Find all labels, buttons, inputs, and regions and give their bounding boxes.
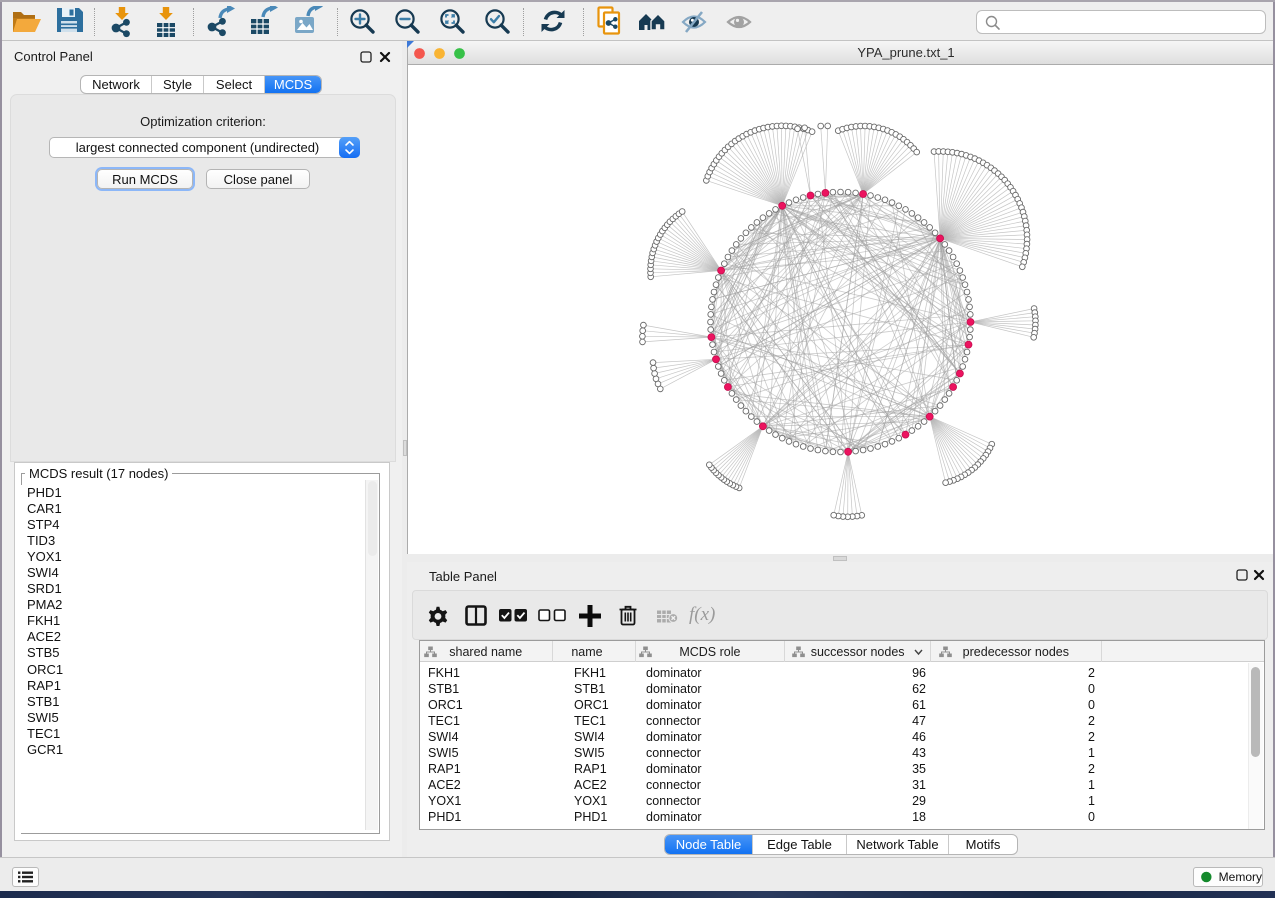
svg-text:f(x): f(x) bbox=[689, 604, 715, 625]
